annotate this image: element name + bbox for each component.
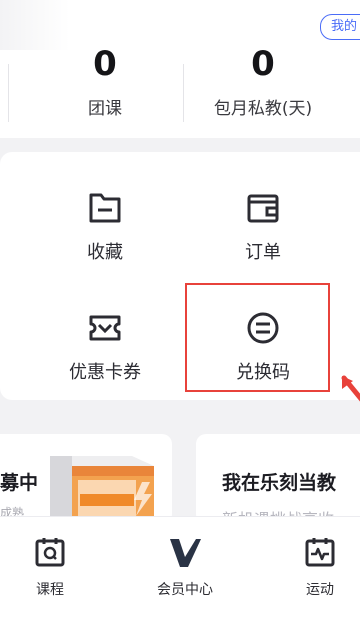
bottom-tab-bar: 课程 会员中心 运动 [0, 516, 360, 641]
grid-item-label: 订单 [245, 242, 281, 263]
grid-item-label: 优惠卡券 [69, 362, 141, 383]
stats-divider-left [8, 64, 9, 122]
member-v-icon [170, 539, 201, 567]
grid-item-coupons[interactable]: 优惠卡券 [45, 272, 165, 383]
exercise-icon [305, 538, 335, 567]
stats-fade [0, 0, 70, 50]
tab-courses[interactable]: 课程 [5, 535, 95, 599]
ticket-icon [89, 315, 121, 341]
grid-item-favorites[interactable]: 收藏 [45, 152, 165, 263]
course-icon [35, 538, 65, 567]
tab-label: 会员中心 [157, 582, 213, 598]
gym-storefront-icon [50, 456, 154, 524]
promo-title: 我在乐刻当教 [222, 472, 337, 494]
pointer-arrow-icon [341, 375, 360, 402]
grid-item-label: 收藏 [87, 242, 123, 263]
promo-title: 募中 [0, 472, 39, 494]
stat-label: 团课 [88, 99, 122, 119]
wallet-icon [247, 194, 279, 223]
highlight-box [185, 283, 330, 392]
stats-panel: 我的 0 团课 0 包月私教(天) [0, 0, 360, 138]
tab-exercise[interactable]: 运动 [275, 535, 360, 599]
tab-label: 运动 [306, 582, 334, 598]
stat-label: 包月私教(天) [213, 99, 313, 119]
promo-card-coach[interactable]: 我在乐刻当教 新机遇挑战高收 [196, 434, 360, 524]
promo-card-recruit[interactable]: 募中 成熟 [0, 434, 172, 524]
stat-monthly-private[interactable]: 0 包月私教(天) [183, 44, 343, 119]
folder-icon [89, 193, 121, 223]
grid-item-orders[interactable]: 订单 [203, 152, 323, 263]
stat-value: 0 [251, 44, 275, 84]
stat-value: 0 [93, 44, 117, 84]
tab-label: 课程 [36, 582, 64, 598]
tab-member-center[interactable]: 会员中心 [140, 535, 230, 599]
stat-group-class[interactable]: 0 团课 [25, 44, 185, 119]
my-badge[interactable]: 我的 [319, 14, 360, 40]
